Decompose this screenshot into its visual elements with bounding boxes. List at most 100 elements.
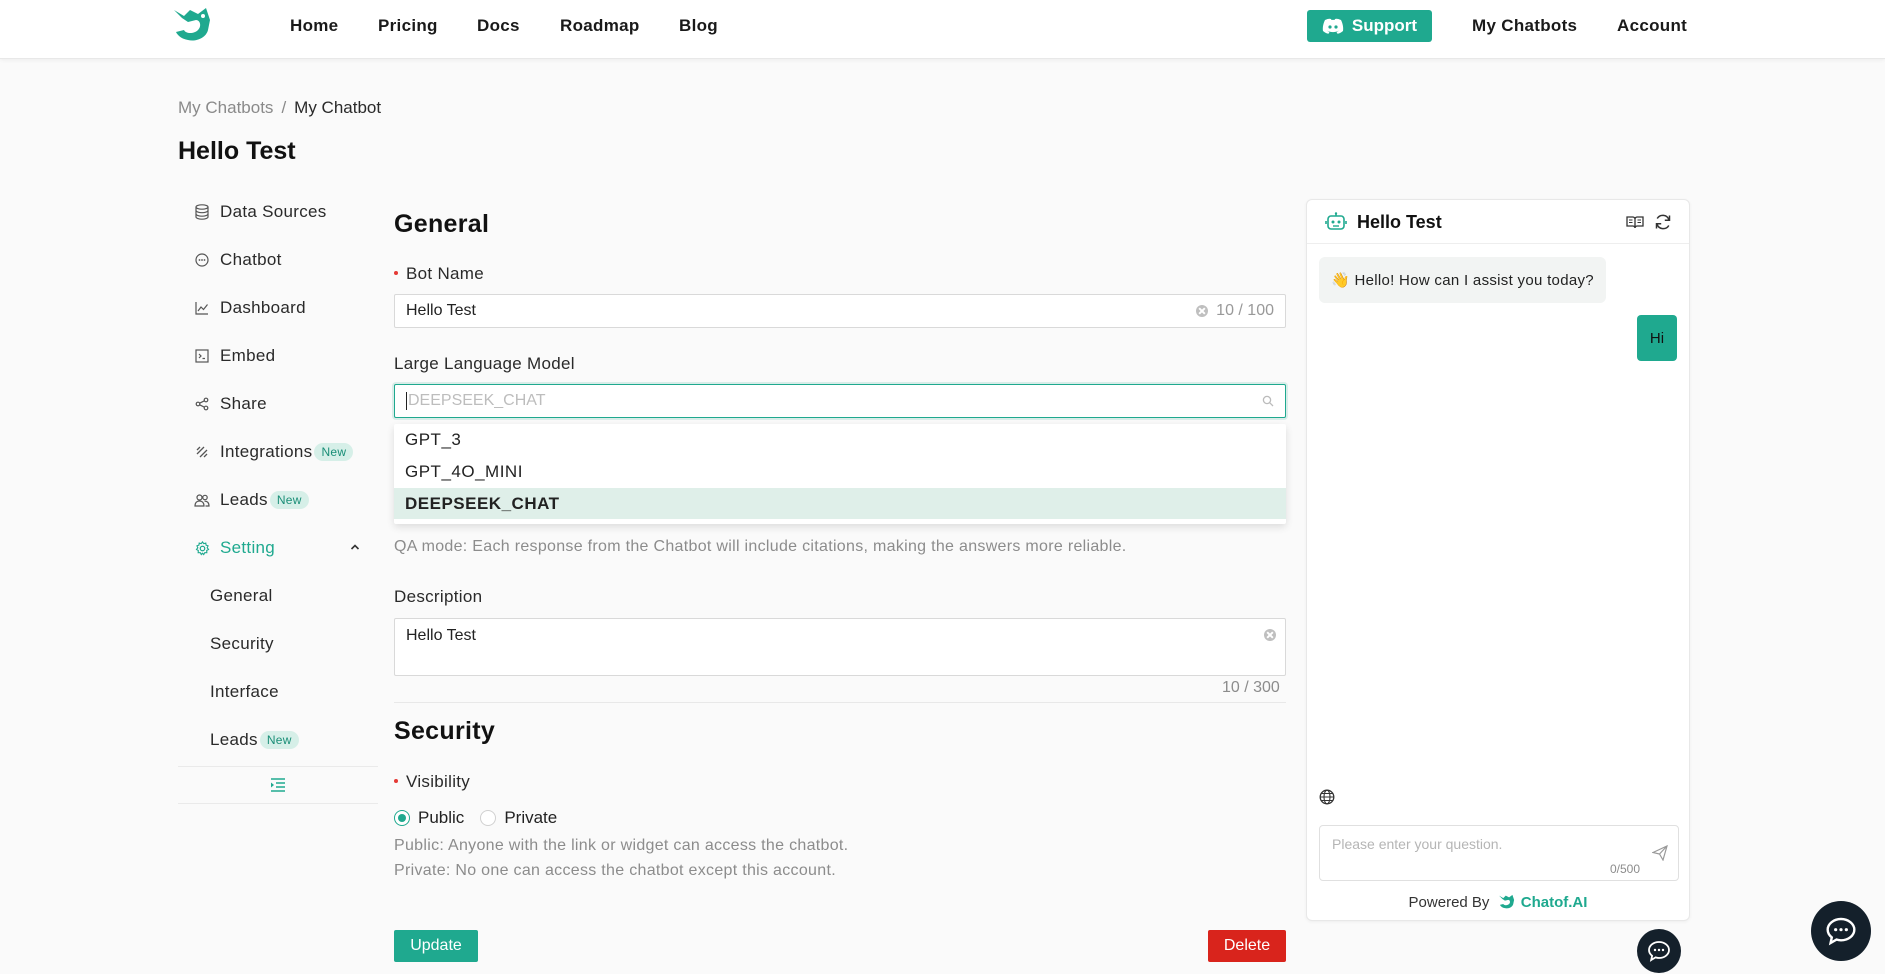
sidebar-item-embed[interactable]: Embed	[178, 336, 378, 376]
sidebar-subitem-interface[interactable]: Interface	[178, 672, 378, 712]
chat-icon	[194, 252, 210, 268]
description-value: Hello Test	[406, 627, 476, 644]
bot-name-input[interactable]: Hello Test 10 / 100	[394, 294, 1286, 328]
chat-header: Hello Test	[1307, 200, 1689, 244]
chat-bubble-icon	[1826, 917, 1856, 946]
nav-roadmap[interactable]: Roadmap	[560, 16, 640, 36]
nav-home[interactable]: Home	[290, 16, 338, 36]
chat-preview-panel: Hello Test 👋 Hello! How can I assist you…	[1306, 199, 1690, 921]
send-icon[interactable]	[1652, 845, 1668, 861]
new-badge: New	[269, 491, 309, 509]
sidebar-item-label: Integrations	[220, 442, 313, 461]
integrations-icon	[194, 444, 210, 460]
llm-dropdown: GPT_3 GPT_4O_MINI DEEPSEEK_CHAT	[394, 424, 1286, 524]
chat-input-counter: 0/500	[1609, 862, 1640, 876]
sidebar-subitem-security[interactable]: Security	[178, 624, 378, 664]
line-chart-icon	[194, 300, 210, 316]
breadcrumb: My Chatbots / My Chatbot	[178, 98, 381, 118]
chevron-up-icon[interactable]	[350, 542, 360, 552]
visibility-help-public: Public: Anyone with the link or widget c…	[394, 837, 849, 854]
qa-mode-help: QA mode: Each response from the Chatbot …	[394, 538, 1127, 555]
share-icon	[194, 396, 210, 412]
visibility-help-private: Private: No one can access the chatbot e…	[394, 862, 836, 879]
visibility-label: Visibility	[394, 772, 470, 792]
description-counter: 10 / 300	[1222, 679, 1280, 696]
new-badge: New	[314, 443, 354, 461]
breadcrumb-parent[interactable]: My Chatbots	[178, 98, 273, 118]
database-icon	[194, 204, 210, 220]
sidebar-item-label: Dashboard	[220, 298, 306, 317]
nav-my-chatbots[interactable]: My Chatbots	[1472, 16, 1577, 36]
gear-icon	[194, 540, 210, 556]
description-textarea[interactable]: Hello Test	[394, 618, 1286, 676]
chat-bubble-icon	[1648, 941, 1670, 962]
sidebar-item-data-sources[interactable]: Data Sources	[178, 192, 378, 232]
nav-blog[interactable]: Blog	[679, 16, 718, 36]
chat-title: Hello Test	[1357, 212, 1442, 232]
menu-fold-icon	[271, 778, 285, 792]
radio-public-label[interactable]: Public	[418, 808, 464, 828]
powered-by-footer: Powered By Chatof.AI	[1307, 894, 1689, 911]
delete-button[interactable]: Delete	[1208, 930, 1286, 962]
refresh-icon[interactable]	[1654, 213, 1672, 231]
top-navbar: Home Pricing Docs Roadmap Blog Support M…	[0, 0, 1885, 59]
sidebar-collapse-button[interactable]	[178, 766, 378, 804]
support-button[interactable]: Support	[1307, 10, 1432, 42]
llm-select[interactable]: DEEPSEEK_CHAT	[394, 384, 1286, 418]
clear-icon[interactable]	[1264, 629, 1276, 641]
chat-question-input[interactable]: Please enter your question. 0/500	[1319, 825, 1679, 881]
sidebar-item-label: Embed	[220, 346, 276, 365]
sidebar-item-share[interactable]: Share	[178, 384, 378, 424]
sidebar-item-chatbot[interactable]: Chatbot	[178, 240, 378, 280]
book-icon[interactable]	[1626, 215, 1644, 229]
chatof-logo-icon[interactable]	[170, 6, 216, 42]
sidebar-subitem-general[interactable]: General	[178, 576, 378, 616]
chat-launcher-button[interactable]	[1637, 929, 1681, 973]
section-divider	[394, 702, 1286, 703]
nav-docs[interactable]: Docs	[477, 16, 520, 36]
globe-icon[interactable]	[1319, 789, 1335, 805]
update-button[interactable]: Update	[394, 930, 478, 962]
bot-name-label: Bot Name	[394, 264, 484, 284]
discord-icon	[1322, 18, 1344, 34]
brand-link[interactable]: Chatof.AI	[1521, 894, 1588, 911]
sidebar-item-label: Leads	[220, 490, 268, 509]
description-label: Description	[394, 587, 483, 606]
sidebar-item-label: Leads	[210, 730, 258, 749]
page-title: Hello Test	[178, 137, 296, 165]
team-icon	[194, 492, 210, 508]
llm-option-gpt-4o-mini[interactable]: GPT_4O_MINI	[394, 456, 1286, 487]
llm-placeholder: DEEPSEEK_CHAT	[408, 392, 546, 409]
radio-private[interactable]	[480, 810, 497, 826]
code-icon	[194, 348, 210, 364]
sidebar-item-setting[interactable]: Setting	[178, 528, 378, 568]
bot-name-value: Hello Test	[406, 302, 476, 319]
support-label: Support	[1351, 16, 1418, 35]
powered-by-label: Powered By	[1408, 894, 1490, 911]
radio-public[interactable]	[394, 810, 410, 826]
sidebar-item-leads[interactable]: Leads New	[178, 480, 378, 520]
llm-option-deepseek-chat[interactable]: DEEPSEEK_CHAT	[394, 488, 1286, 519]
support-chat-button[interactable]	[1811, 901, 1871, 961]
sidebar-item-dashboard[interactable]: Dashboard	[178, 288, 378, 328]
text-cursor	[406, 392, 407, 410]
bot-message: 👋 Hello! How can I assist you today?	[1319, 257, 1606, 303]
chatof-logo-icon	[1498, 894, 1514, 909]
bot-name-counter: 10 / 100	[1216, 302, 1274, 319]
new-badge: New	[259, 731, 299, 749]
llm-option-gpt-3[interactable]: GPT_3	[394, 424, 1286, 455]
robot-icon	[1325, 212, 1347, 230]
clear-icon[interactable]	[1196, 305, 1209, 317]
radio-private-label[interactable]: Private	[504, 808, 557, 828]
sidebar-item-label: Chatbot	[220, 250, 282, 269]
sidebar-item-label: Share	[220, 394, 267, 413]
search-icon	[1262, 395, 1274, 407]
visibility-radio-group: Public Private	[394, 808, 573, 828]
sidebar-subitem-leads[interactable]: Leads New	[178, 720, 378, 760]
breadcrumb-current: My Chatbot	[294, 98, 382, 117]
sidebar-item-label: Data Sources	[220, 202, 327, 221]
sidebar-item-integrations[interactable]: Integrations New	[178, 432, 378, 472]
section-title-general: General	[394, 210, 490, 238]
nav-pricing[interactable]: Pricing	[378, 16, 438, 36]
nav-account[interactable]: Account	[1617, 16, 1687, 36]
